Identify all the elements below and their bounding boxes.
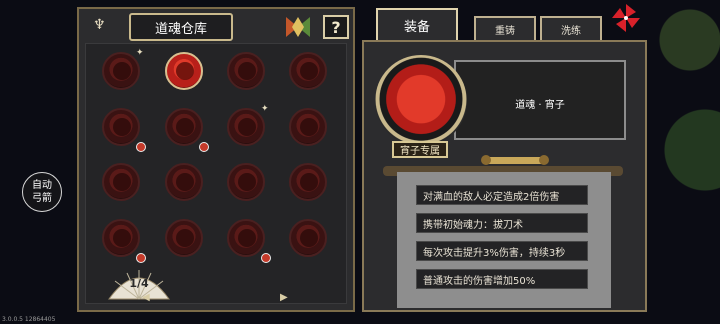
soul-portrait-icon	[300, 118, 318, 136]
soul-portrait-icon	[176, 229, 194, 247]
red-dot-badge-icon	[136, 142, 146, 152]
soul-portrait-icon	[176, 62, 194, 80]
red-dot-badge-icon	[136, 253, 146, 263]
soul-slot[interactable]	[227, 52, 265, 90]
soul-slot[interactable]	[289, 52, 327, 90]
soul-slot[interactable]	[165, 52, 203, 90]
soul-portrait-icon	[238, 62, 256, 80]
soul-slot[interactable]	[165, 163, 203, 201]
soul-portrait-icon	[300, 62, 318, 80]
soul-portrait-icon	[176, 173, 194, 191]
version-label: 3.0.0.5 12864405	[2, 316, 56, 323]
soul-portrait-icon	[113, 62, 131, 80]
red-dot-badge-icon	[199, 142, 209, 152]
soul-name: 道魂 · 宵子	[515, 100, 565, 111]
effect-item: 普通攻击的伤害增加50%	[416, 269, 588, 289]
soul-portrait-icon	[113, 173, 131, 191]
help-button[interactable]: ?	[323, 15, 349, 39]
soul-slot[interactable]	[165, 219, 203, 257]
inventory-title: 道魂仓库	[129, 13, 233, 41]
soul-portrait-icon	[113, 229, 131, 247]
soul-name-box: 道魂 · 宵子	[454, 60, 626, 140]
exclusive-tag: 宵子专属	[392, 141, 448, 158]
soul-slot[interactable]	[289, 219, 327, 257]
soul-slot[interactable]	[227, 108, 265, 146]
soul-portrait-icon	[176, 118, 194, 136]
star-badge-icon: ✦	[136, 48, 144, 58]
tab-recast[interactable]: 重铸	[474, 16, 536, 40]
soul-slot[interactable]	[102, 52, 140, 90]
soul-slot[interactable]	[165, 108, 203, 146]
next-page-arrow[interactable]: ▶	[280, 292, 288, 303]
soul-slot[interactable]	[102, 163, 140, 201]
soul-portrait-icon	[113, 118, 131, 136]
effect-item: 对满血的敌人必定造成2倍伤害	[416, 185, 588, 205]
soul-portrait-icon	[300, 229, 318, 247]
tab-refine[interactable]: 洗练	[540, 16, 602, 40]
candelabra-icon: ♆	[93, 17, 106, 33]
tab-equip[interactable]: 装备	[376, 8, 458, 40]
red-dot-badge-icon	[261, 253, 271, 263]
soul-slot[interactable]	[289, 163, 327, 201]
soul-portrait-icon	[238, 173, 256, 191]
soul-slot[interactable]	[227, 219, 265, 257]
sort-icon[interactable]	[284, 15, 312, 39]
soul-portrait-icon	[238, 118, 256, 136]
soul-slot[interactable]	[102, 108, 140, 146]
soul-slot[interactable]	[227, 163, 265, 201]
effect-item: 携带初始魂力：拔刀术	[416, 213, 588, 233]
soul-portrait-icon	[238, 229, 256, 247]
auto-bow-button[interactable]: 自动 弓箭	[22, 172, 62, 212]
soul-slot[interactable]	[289, 108, 327, 146]
soul-slot[interactable]	[102, 219, 140, 257]
prev-page-arrow[interactable]: ◀	[142, 292, 150, 303]
soul-portrait-icon	[300, 173, 318, 191]
effect-item: 每次攻击提升3%伤害，持续3秒	[416, 241, 588, 261]
selected-soul-icon	[375, 55, 467, 147]
pinwheel-icon[interactable]	[610, 2, 642, 36]
star-badge-icon: ✦	[261, 104, 269, 114]
page-fan	[108, 270, 170, 300]
